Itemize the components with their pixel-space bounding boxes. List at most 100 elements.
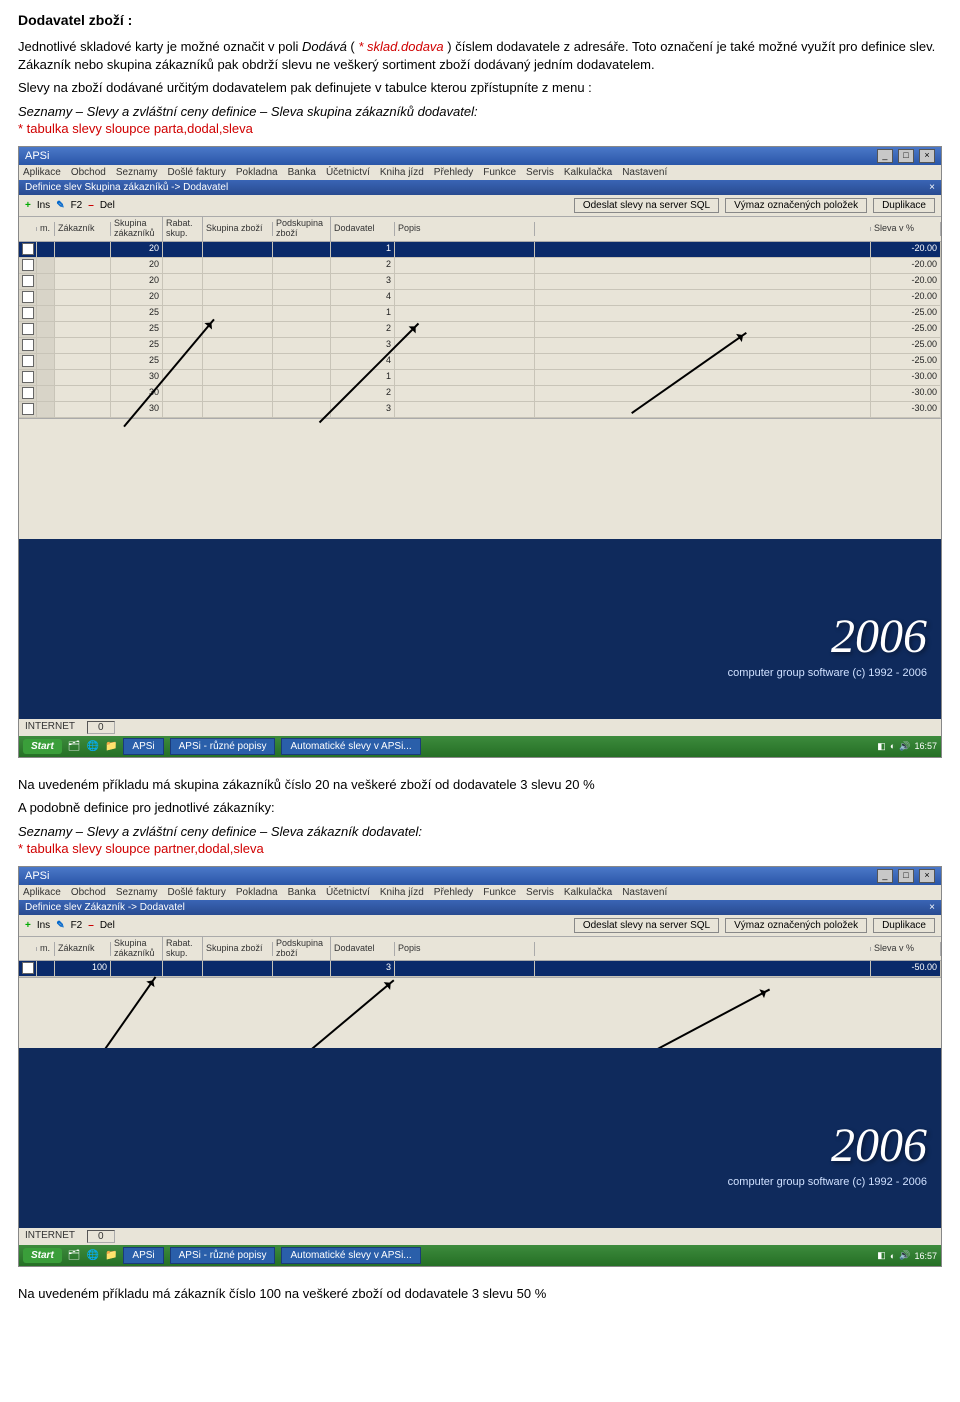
column-header[interactable]: Skupina zákazníků	[111, 937, 163, 961]
grid-body[interactable]: 1003-50.00	[19, 961, 941, 977]
insert-icon[interactable]: +	[25, 920, 31, 931]
column-header[interactable]: Zákazník	[55, 222, 111, 236]
minimize-icon[interactable]: _	[877, 149, 893, 163]
tray-icon[interactable]: ◐	[890, 1251, 895, 1261]
menu-item[interactable]: Aplikace	[23, 167, 61, 178]
column-header[interactable]	[19, 947, 37, 951]
table-row[interactable]: 1003-50.00	[19, 961, 941, 977]
table-row[interactable]: 253-25.00	[19, 338, 941, 354]
table-cell	[203, 386, 273, 402]
taskbar[interactable]: Start 🗂🌐📁 APSi APSi - různé popisy Autom…	[19, 736, 941, 757]
menu-item[interactable]: Aplikace	[23, 887, 61, 898]
start-button[interactable]: Start	[23, 739, 62, 754]
column-header[interactable]: Skupina zboží	[203, 942, 273, 956]
column-header[interactable]	[19, 227, 37, 231]
tray-icon[interactable]: ◧	[877, 1250, 886, 1261]
menu-item[interactable]: Nastavení	[622, 887, 667, 898]
btn-delete-marked[interactable]: Výmaz označených položek	[725, 918, 867, 933]
maximize-icon[interactable]: □	[898, 869, 914, 883]
taskbar-item-doc[interactable]: APSi - různé popisy	[170, 738, 276, 755]
menubar[interactable]: Aplikace Obchod Seznamy Došlé faktury Poklad…	[19, 165, 941, 180]
insert-icon[interactable]: +	[25, 200, 31, 211]
table-row[interactable]: 251-25.00	[19, 306, 941, 322]
menu-item[interactable]: Kalkulačka	[564, 167, 612, 178]
menu-item[interactable]: Obchod	[71, 887, 106, 898]
tray-icon[interactable]: ◧	[877, 741, 886, 752]
menu-item[interactable]: Servis	[526, 887, 554, 898]
table-row[interactable]: 203-20.00	[19, 274, 941, 290]
edit-icon[interactable]: ✎	[56, 920, 64, 931]
menu-item[interactable]: Funkce	[483, 887, 516, 898]
column-header[interactable]: Skupina zákazníků	[111, 217, 163, 241]
close-icon[interactable]: ×	[919, 149, 935, 163]
column-header[interactable]: Popis	[395, 942, 535, 956]
menu-item[interactable]: Účetnictví	[326, 167, 370, 178]
column-header[interactable]	[535, 227, 871, 231]
menu-item[interactable]: Funkce	[483, 167, 516, 178]
column-header[interactable]: m.	[37, 942, 55, 956]
minimize-icon[interactable]: _	[877, 869, 893, 883]
taskbar-item-doc[interactable]: APSi - různé popisy	[170, 1247, 276, 1264]
column-header[interactable]: Rabat. skup.	[163, 217, 203, 241]
taskbar-item-apsi[interactable]: APSi	[123, 738, 163, 755]
column-header[interactable]: Skupina zboží	[203, 222, 273, 236]
tray-icon[interactable]: 🔊	[899, 1250, 910, 1261]
menu-item[interactable]: Kalkulačka	[564, 887, 612, 898]
table-row[interactable]: 252-25.00	[19, 322, 941, 338]
menu-item[interactable]: Přehledy	[434, 887, 473, 898]
menu-item[interactable]: Došlé faktury	[168, 887, 226, 898]
btn-duplicate[interactable]: Duplikace	[873, 918, 935, 933]
table-row[interactable]: 204-20.00	[19, 290, 941, 306]
menu-item[interactable]: Pokladna	[236, 887, 278, 898]
column-header[interactable]: Rabat. skup.	[163, 937, 203, 961]
table-row[interactable]: 202-20.00	[19, 258, 941, 274]
btn-send-sql[interactable]: Odeslat slevy na server SQL	[574, 918, 719, 933]
table-row[interactable]: 301-30.00	[19, 370, 941, 386]
edit-icon[interactable]: ✎	[56, 200, 64, 211]
taskbar-item-apsi[interactable]: APSi	[123, 1247, 163, 1264]
column-header[interactable]	[535, 947, 871, 951]
maximize-icon[interactable]: □	[898, 149, 914, 163]
menu-item[interactable]: Obchod	[71, 167, 106, 178]
close-icon[interactable]: ×	[919, 869, 935, 883]
table-row[interactable]: 254-25.00	[19, 354, 941, 370]
menu-item[interactable]: Účetnictví	[326, 887, 370, 898]
taskbar[interactable]: Start 🗂🌐📁 APSi APSi - různé popisy Autom…	[19, 1245, 941, 1266]
menu-item[interactable]: Seznamy	[116, 167, 158, 178]
column-header[interactable]: Dodavatel	[331, 222, 395, 236]
menu-item[interactable]: Banka	[288, 887, 316, 898]
grid-body[interactable]: 201-20.00202-20.00203-20.00204-20.00251-…	[19, 242, 941, 418]
menu-item[interactable]: Kniha jízd	[380, 167, 424, 178]
column-header[interactable]: Popis	[395, 222, 535, 236]
menu-item[interactable]: Banka	[288, 167, 316, 178]
column-header[interactable]: Sleva v %	[871, 222, 941, 236]
column-header[interactable]: m.	[37, 222, 55, 236]
tray-icon[interactable]: 🔊	[899, 741, 910, 752]
column-header[interactable]: Dodavatel	[331, 942, 395, 956]
btn-duplicate[interactable]: Duplikace	[873, 198, 935, 213]
table-row[interactable]: 201-20.00	[19, 242, 941, 258]
column-header[interactable]: Podskupina zboží	[273, 937, 331, 961]
delete-icon[interactable]: –	[88, 920, 94, 931]
column-header[interactable]: Zákazník	[55, 942, 111, 956]
close-icon[interactable]: ×	[929, 182, 935, 193]
menubar[interactable]: Aplikace Obchod Seznamy Došlé faktury Poklad…	[19, 885, 941, 900]
start-button[interactable]: Start	[23, 1248, 62, 1263]
column-header[interactable]: Podskupina zboží	[273, 217, 331, 241]
column-header[interactable]: Sleva v %	[871, 942, 941, 956]
menu-item[interactable]: Přehledy	[434, 167, 473, 178]
tray-icon[interactable]: ◐	[890, 741, 895, 751]
menu-item[interactable]: Pokladna	[236, 167, 278, 178]
menu-item[interactable]: Seznamy	[116, 887, 158, 898]
taskbar-item-slevy[interactable]: Automatické slevy v APSi...	[281, 1247, 420, 1264]
delete-icon[interactable]: –	[88, 200, 94, 211]
btn-send-sql[interactable]: Odeslat slevy na server SQL	[574, 198, 719, 213]
table-row[interactable]: 303-30.00	[19, 402, 941, 418]
menu-item[interactable]: Kniha jízd	[380, 887, 424, 898]
menu-item[interactable]: Nastavení	[622, 167, 667, 178]
menu-item[interactable]: Servis	[526, 167, 554, 178]
taskbar-item-slevy[interactable]: Automatické slevy v APSi...	[281, 738, 420, 755]
btn-delete-marked[interactable]: Výmaz označených položek	[725, 198, 867, 213]
menu-item[interactable]: Došlé faktury	[168, 167, 226, 178]
close-icon[interactable]: ×	[929, 902, 935, 913]
